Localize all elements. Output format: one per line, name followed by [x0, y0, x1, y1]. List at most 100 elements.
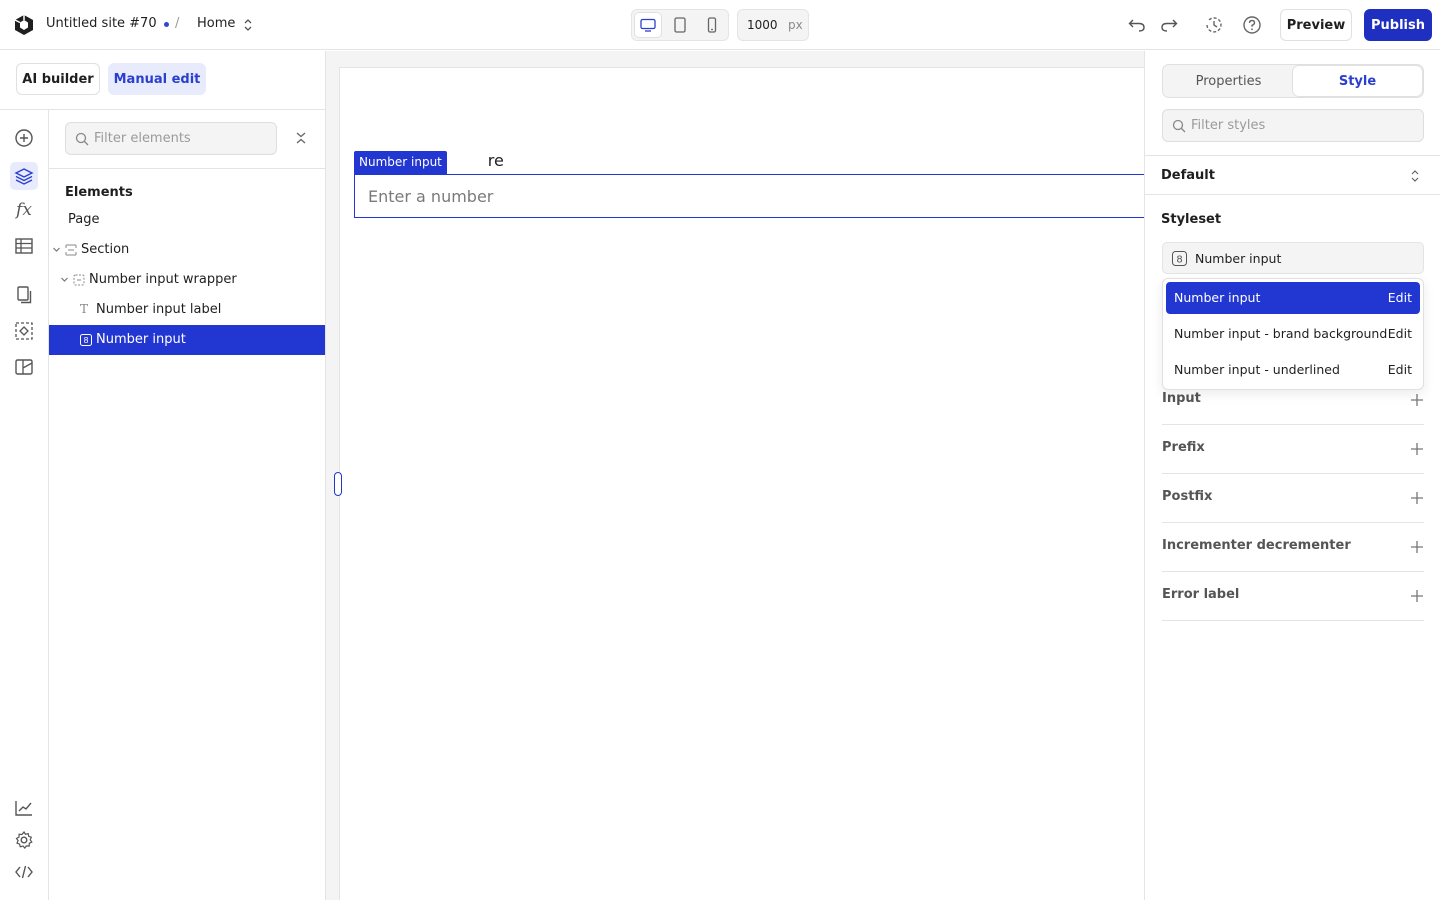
style-section-incrementer-decrementer[interactable]: Incrementer decrementer: [1162, 523, 1424, 572]
plus-icon[interactable]: [1410, 540, 1424, 554]
section-icon: [65, 244, 77, 256]
breadcrumb-separator: /: [175, 16, 180, 31]
styleset-edit-button[interactable]: Edit: [1388, 290, 1412, 305]
tree-item-label: Number input: [96, 332, 186, 347]
code-button[interactable]: [12, 860, 36, 884]
styleset-select[interactable]: 8 Number input: [1162, 242, 1424, 274]
search-icon: [75, 132, 89, 146]
canvas-resize-handle[interactable]: [334, 472, 342, 496]
tree-item-label: Number input label: [96, 302, 222, 317]
canvas-page[interactable]: Number inputs are Number input Enter a n…: [339, 67, 1146, 900]
tree-item-number-input-wrapper[interactable]: Number input wrapper: [49, 265, 325, 295]
tab-properties[interactable]: Properties: [1164, 66, 1293, 96]
top-bar: Untitled site #70 / Home 1000 px Preview…: [0, 0, 1440, 50]
undo-button[interactable]: [1126, 14, 1148, 36]
help-icon: [1243, 16, 1261, 34]
styleset-option-label: Number input - brand background: [1174, 326, 1388, 341]
pages-icon: [17, 286, 32, 304]
canvas-width-field[interactable]: 1000 px: [737, 9, 809, 41]
history-icon: [1206, 17, 1222, 33]
chevron-up-down-icon[interactable]: [242, 17, 254, 33]
site-name[interactable]: Untitled site #70: [46, 16, 157, 31]
style-section-prefix[interactable]: Prefix: [1162, 425, 1424, 474]
styleset-edit-button[interactable]: Edit: [1388, 362, 1412, 377]
redo-icon: [1161, 19, 1178, 32]
style-section-postfix[interactable]: Postfix: [1162, 474, 1424, 523]
state-selector[interactable]: Default: [1145, 155, 1440, 195]
chevron-down-icon[interactable]: [60, 275, 69, 284]
chevron-down-icon[interactable]: [52, 245, 61, 254]
analytics-button[interactable]: [12, 796, 36, 820]
mode-bar: AI builder Manual edit: [0, 51, 326, 110]
filter-styles-placeholder: Filter styles: [1191, 118, 1266, 133]
manual-edit-button[interactable]: Manual edit: [108, 63, 206, 95]
settings-button[interactable]: [12, 828, 36, 852]
app-logo-icon[interactable]: [13, 14, 35, 36]
divider: [49, 168, 326, 169]
selected-element-badge: Number input: [354, 151, 447, 174]
tree-item-label: Section: [81, 242, 130, 257]
preview-button[interactable]: Preview: [1280, 9, 1352, 41]
layers-icon: [14, 168, 34, 185]
tree-item-number-input[interactable]: 8 Number input: [49, 325, 325, 355]
tablet-device-button[interactable]: [667, 13, 693, 37]
panel-tabs: Properties Style: [1162, 64, 1424, 98]
data-button[interactable]: [12, 234, 36, 258]
layers-panel: Filter elements Elements Page Section Nu…: [49, 110, 326, 900]
styleset-option[interactable]: Number input Edit: [1166, 282, 1420, 314]
style-section-label: Prefix: [1162, 440, 1205, 455]
style-section-label: Input: [1162, 391, 1201, 406]
plus-icon[interactable]: [1410, 589, 1424, 603]
canvas-width-value[interactable]: 1000: [747, 18, 778, 32]
plus-icon[interactable]: [1410, 442, 1424, 456]
state-label: Default: [1161, 168, 1215, 183]
settings-icon: [15, 830, 33, 849]
tree-item-number-input-label[interactable]: T Number input label: [49, 295, 325, 325]
function-icon: fx: [16, 200, 32, 220]
chevron-up-down-icon: [1411, 170, 1419, 182]
components-icon: [15, 322, 33, 340]
assets-icon: [15, 359, 33, 375]
layers-button[interactable]: [10, 162, 38, 190]
styleset-selected-value: Number input: [1195, 251, 1282, 266]
filter-elements-input[interactable]: Filter elements: [65, 122, 277, 155]
history-button[interactable]: [1203, 14, 1225, 36]
publish-button[interactable]: Publish: [1364, 9, 1432, 41]
filter-styles-input[interactable]: Filter styles: [1162, 109, 1424, 142]
styleset-option[interactable]: Number input - underlined Edit: [1166, 354, 1420, 386]
style-panel: Properties Style Filter styles Default S…: [1144, 51, 1440, 900]
add-element-button[interactable]: [12, 126, 36, 150]
filter-elements-placeholder: Filter elements: [94, 131, 191, 146]
pages-button[interactable]: [12, 283, 36, 307]
search-icon: [1172, 119, 1186, 133]
redo-button[interactable]: [1158, 14, 1180, 36]
style-section-label: Postfix: [1162, 489, 1213, 504]
collapse-all-icon[interactable]: [293, 130, 309, 146]
svg-text:8: 8: [83, 336, 88, 345]
tab-style[interactable]: Style: [1293, 66, 1422, 96]
assets-button[interactable]: [12, 355, 36, 379]
page-selector[interactable]: Home: [197, 16, 235, 31]
desktop-device-button[interactable]: [635, 13, 661, 37]
tree-item-label: Number input wrapper: [89, 272, 237, 287]
plus-icon[interactable]: [1410, 491, 1424, 505]
canvas-width-unit: px: [788, 18, 803, 32]
styleset-option[interactable]: Number input - brand background Edit: [1166, 318, 1420, 350]
number-input[interactable]: Enter a number: [354, 174, 1146, 218]
help-button[interactable]: [1241, 14, 1263, 36]
number-input-icon: 8: [1172, 251, 1187, 266]
formulas-button[interactable]: fx: [12, 198, 36, 222]
styleset-edit-button[interactable]: Edit: [1388, 326, 1412, 341]
style-section-error-label[interactable]: Error label: [1162, 572, 1424, 621]
mobile-device-button[interactable]: [699, 13, 725, 37]
tree-item-page[interactable]: Page: [49, 205, 325, 235]
plus-icon[interactable]: [1410, 393, 1424, 407]
container-icon: [73, 274, 85, 286]
components-button[interactable]: [12, 319, 36, 343]
tree-item-section[interactable]: Section: [49, 235, 325, 265]
ai-builder-button[interactable]: AI builder: [16, 63, 100, 95]
number-input-placeholder: Enter a number: [368, 187, 494, 206]
canvas-area: Number inputs are Number input Enter a n…: [326, 51, 1146, 900]
number-input-icon: 8: [80, 334, 92, 346]
table-icon: [15, 238, 33, 254]
